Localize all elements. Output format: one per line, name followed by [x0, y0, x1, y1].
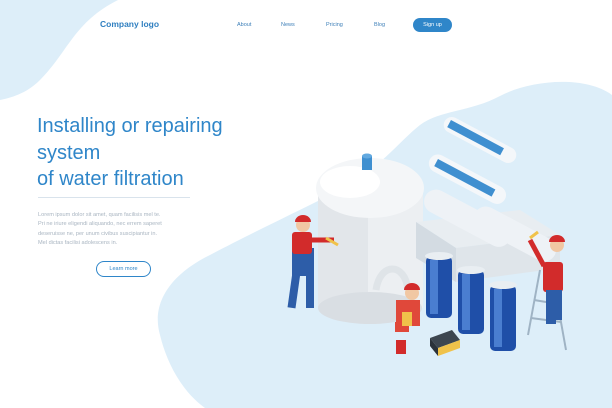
toolbox	[430, 330, 460, 356]
water-filtration-illustration	[287, 116, 567, 356]
filter-unit	[416, 116, 560, 351]
